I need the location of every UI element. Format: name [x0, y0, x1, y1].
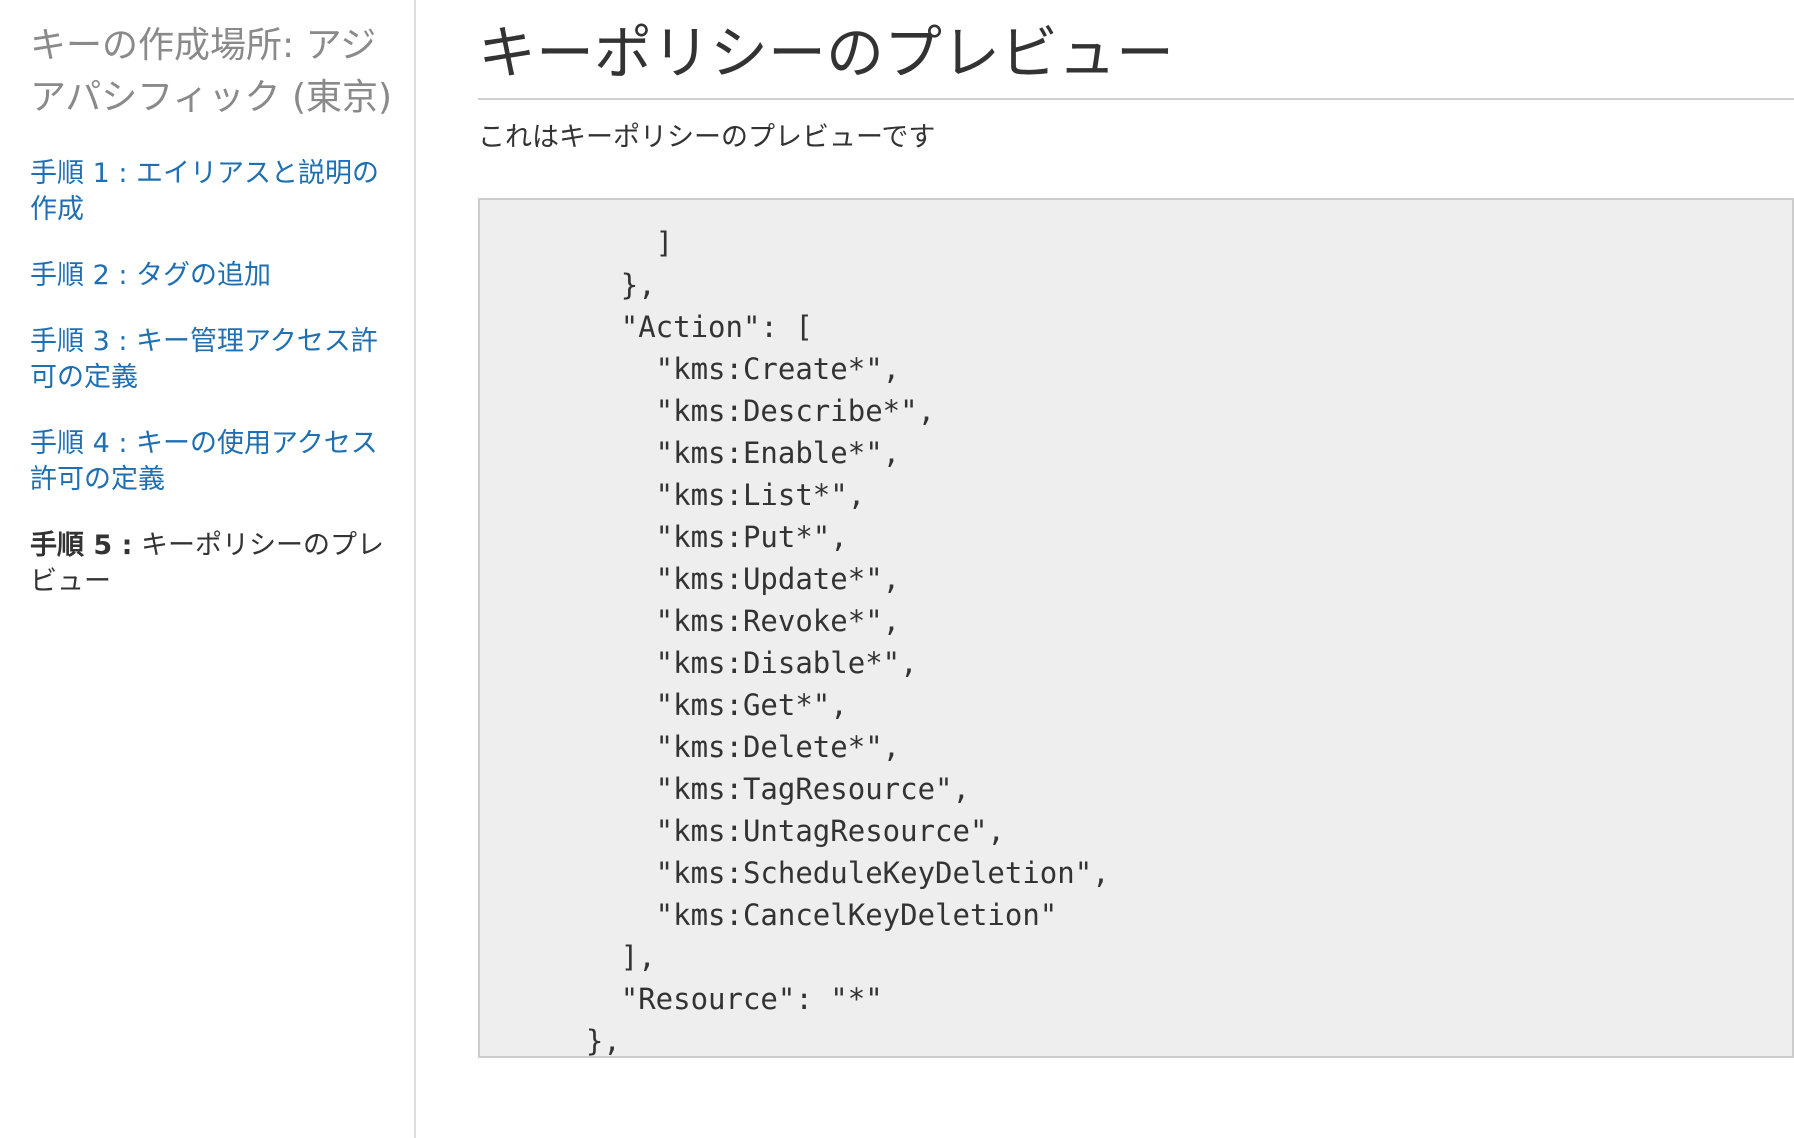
key-policy-json: ] }, "Action": [ "kms:Create*", "kms:Des…	[585, 226, 1110, 1058]
step-4-link[interactable]: 手順 4 : キーの使用アクセス許可の定義	[30, 426, 400, 498]
key-policy-preview[interactable]: ] }, "Action": [ "kms:Create*", "kms:Des…	[478, 198, 1794, 1058]
main-content: キーポリシーのプレビュー これはキーポリシーのプレビューです ] }, "Act…	[478, 0, 1794, 1138]
step-number: 手順 1 :	[30, 158, 128, 189]
region-title: キーの作成場所: アジアパシフィック (東京)	[30, 25, 393, 118]
step-2-link[interactable]: 手順 2 : タグの追加	[30, 258, 400, 294]
page-title: キーポリシーのプレビュー	[478, 19, 1175, 87]
step-number: 手順 4 :	[30, 428, 128, 459]
sidebar: キーの作成場所: アジアパシフィック (東京) 手順 1 : エイリアスと説明の…	[0, 0, 416, 1138]
step-label: タグの追加	[136, 260, 272, 291]
step-3-link[interactable]: 手順 3 : キー管理アクセス許可の定義	[30, 324, 400, 396]
step-number: 手順 3 :	[30, 326, 128, 357]
page-description: これはキーポリシーのプレビューです	[478, 122, 936, 153]
page: キーの作成場所: アジアパシフィック (東京) 手順 1 : エイリアスと説明の…	[0, 0, 1794, 1138]
step-5-current: 手順 5 : キーポリシーのプレビュー	[30, 528, 400, 600]
step-number: 手順 5 :	[30, 530, 133, 561]
wizard-steps: 手順 1 : エイリアスと説明の作成 手順 2 : タグの追加 手順 3 : キ…	[30, 156, 400, 630]
title-divider	[478, 98, 1794, 100]
step-1-link[interactable]: 手順 1 : エイリアスと説明の作成	[30, 156, 400, 228]
step-number: 手順 2 :	[30, 260, 128, 291]
